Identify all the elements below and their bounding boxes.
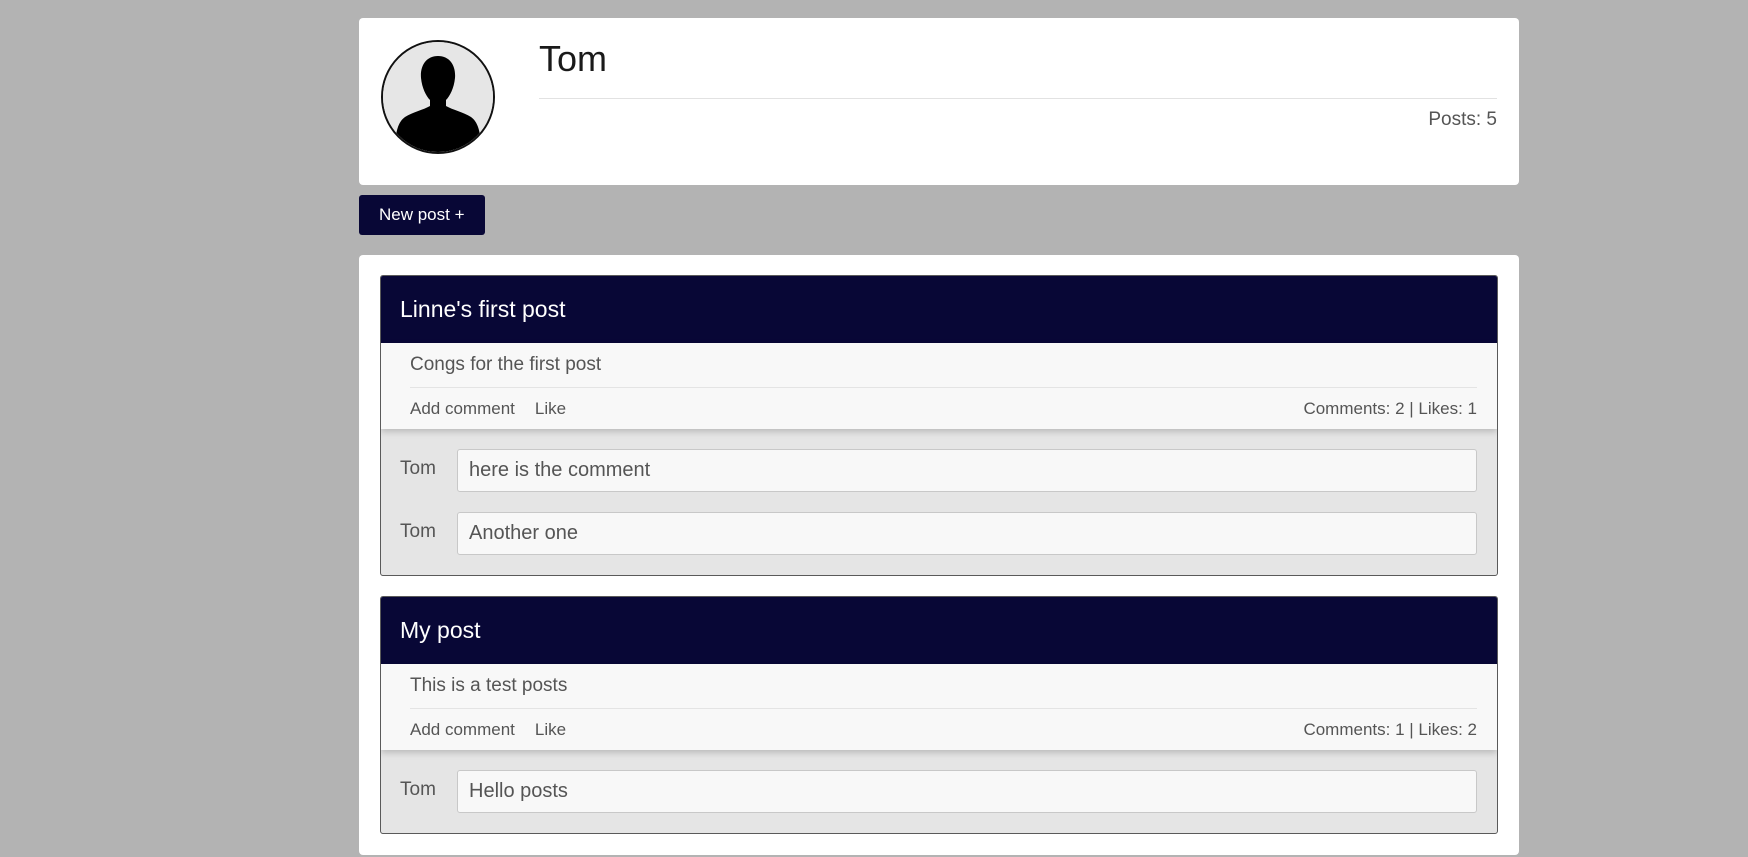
avatar-icon: [381, 40, 495, 154]
comment-author: Tom: [400, 458, 436, 479]
post-body: This is a test posts Add comment Like Co…: [381, 664, 1497, 750]
comment-item: Tom Hello posts: [400, 770, 1477, 813]
add-comment-link[interactable]: Add comment: [410, 720, 515, 740]
post-actions: Add comment Like Comments: 1 | Likes: 2: [410, 709, 1477, 750]
comment-text: Hello posts: [457, 770, 1477, 813]
comment-author: Tom: [400, 779, 436, 800]
comment-item: Tom here is the comment: [400, 449, 1477, 492]
post-card: My post This is a test posts Add comment…: [380, 596, 1498, 834]
comments-list: Tom Hello posts: [381, 750, 1497, 833]
posts-feed: Linne's first post Congs for the first p…: [359, 255, 1519, 855]
profile-divider: [539, 98, 1497, 99]
add-comment-link[interactable]: Add comment: [410, 399, 515, 419]
new-post-button[interactable]: New post +: [359, 195, 485, 235]
like-link[interactable]: Like: [535, 720, 566, 740]
profile-name: Tom: [539, 38, 608, 79]
profile-card: Tom Posts: 5: [359, 18, 1519, 185]
post-title: My post: [381, 597, 1497, 664]
comment-text: Another one: [457, 512, 1477, 555]
post-actions: Add comment Like Comments: 2 | Likes: 1: [410, 388, 1477, 429]
comment-item: Tom Another one: [400, 512, 1477, 555]
comment-text: here is the comment: [457, 449, 1477, 492]
post-stats: Comments: 1 | Likes: 2: [1303, 719, 1477, 739]
comment-author: Tom: [400, 521, 436, 542]
post-body: Congs for the first post Add comment Lik…: [381, 343, 1497, 429]
post-stats: Comments: 2 | Likes: 1: [1303, 398, 1477, 418]
page-container: Tom Posts: 5 New post + Linne's first po…: [359, 18, 1519, 855]
post-card: Linne's first post Congs for the first p…: [380, 275, 1498, 576]
like-link[interactable]: Like: [535, 399, 566, 419]
post-text: Congs for the first post: [410, 343, 1477, 388]
post-text: This is a test posts: [410, 664, 1477, 709]
comments-list: Tom here is the comment Tom Another one: [381, 429, 1497, 575]
posts-count: Posts: 5: [1428, 109, 1497, 130]
post-title: Linne's first post: [381, 276, 1497, 343]
